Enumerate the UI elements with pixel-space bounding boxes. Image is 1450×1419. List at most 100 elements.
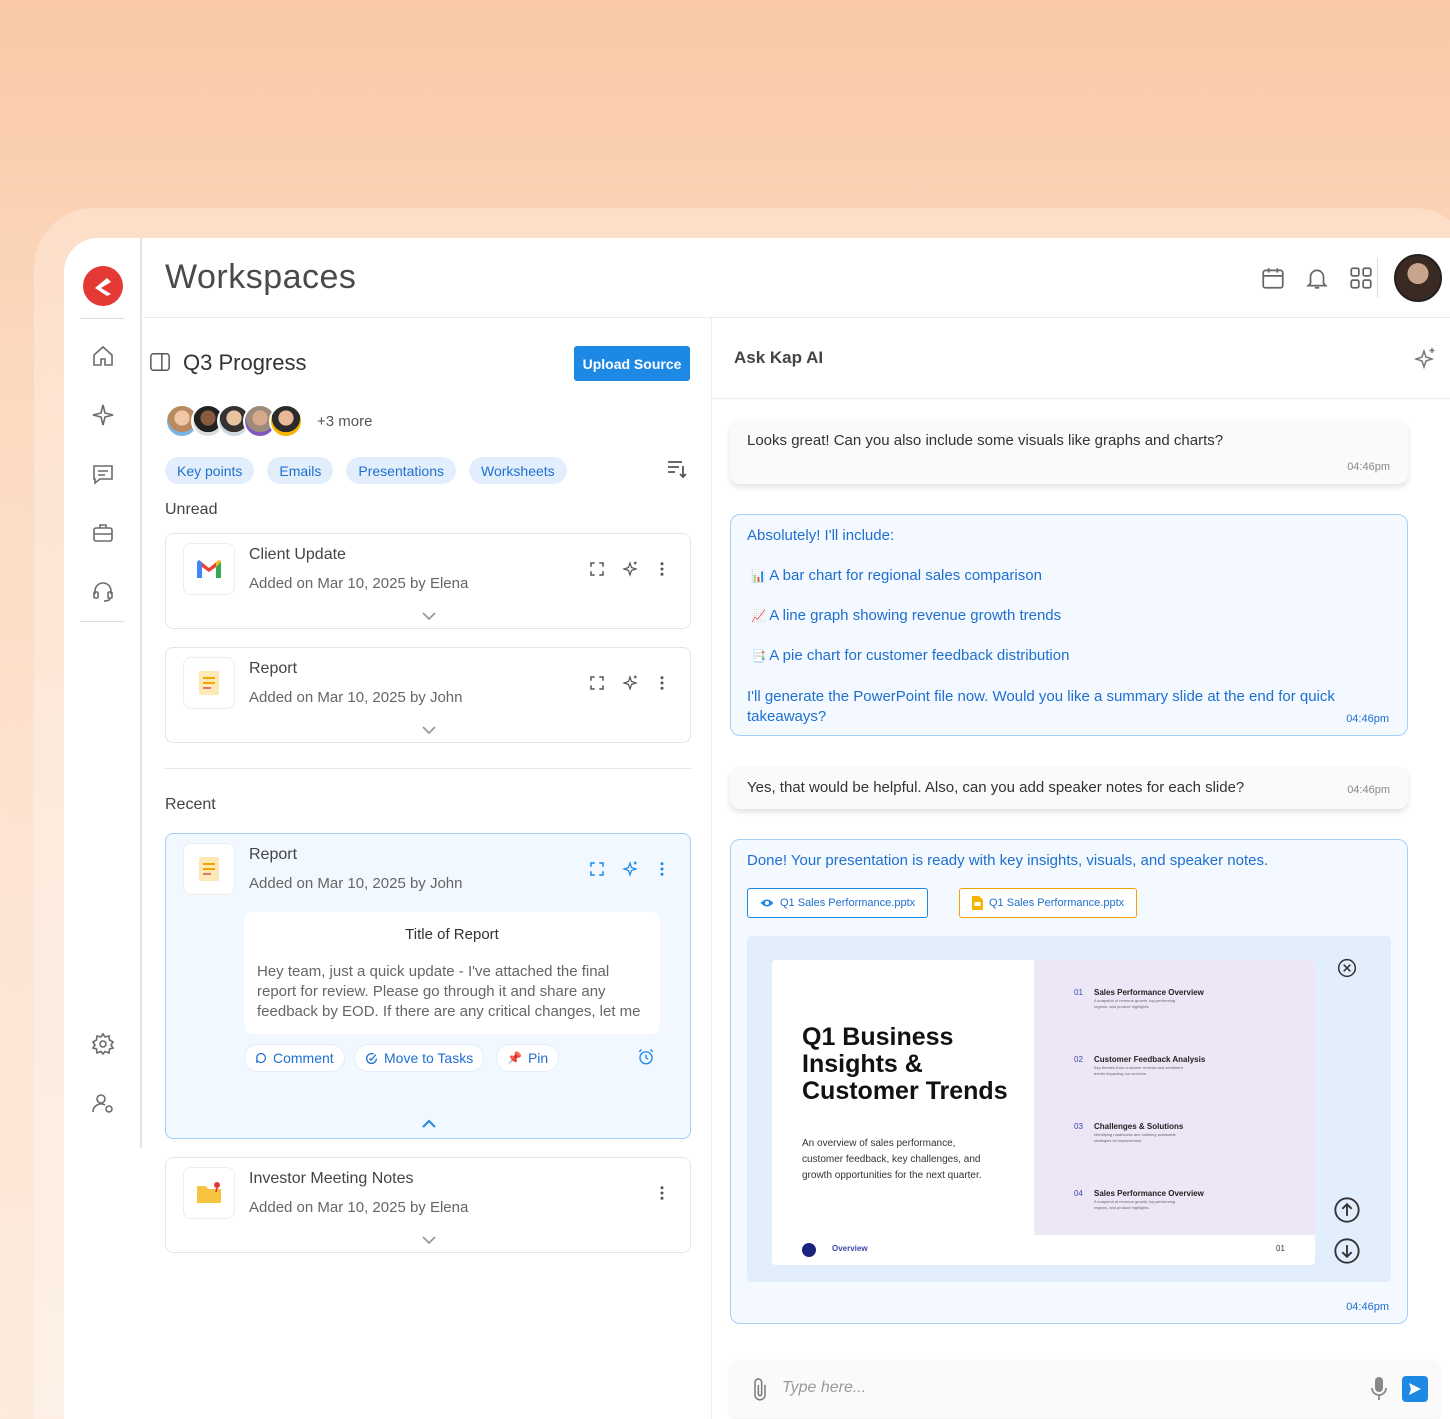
microphone-icon[interactable] (1370, 1376, 1388, 1402)
expand-icon[interactable] (588, 560, 606, 578)
arrow-up-circle-icon[interactable] (1333, 1196, 1361, 1224)
calendar-icon[interactable] (1260, 265, 1286, 291)
card-title: Client Update (249, 546, 346, 563)
pin-icon: 📌 (507, 1051, 522, 1065)
filter-chip-emails[interactable]: Emails (267, 457, 334, 484)
ai-sparkle-icon[interactable] (1414, 346, 1438, 370)
file-download-button[interactable]: Q1 Sales Performance.pptx (959, 888, 1138, 918)
more-vertical-icon[interactable] (653, 1184, 671, 1202)
chevron-down-icon[interactable] (420, 1234, 438, 1246)
sidebar-toggle-icon[interactable] (149, 351, 171, 373)
card-meta: Added on Mar 10, 2025 by Elena (249, 575, 469, 592)
file-preview-button[interactable]: Q1 Sales Performance.pptx (747, 888, 929, 918)
card-title: Report (249, 846, 298, 863)
message-text: Yes, that would be helpful. Also, can yo… (747, 779, 1245, 796)
ai-sparkle-icon[interactable] (621, 674, 639, 692)
slide-logo-icon (802, 1243, 816, 1257)
message-text: Done! Your presentation is ready with ke… (747, 852, 1269, 869)
eye-icon (760, 899, 774, 907)
comment-icon (255, 1052, 266, 1064)
source-card[interactable]: Investor Meeting Notes Added on Mar 10, … (165, 1157, 691, 1253)
report-file-icon (183, 657, 235, 709)
pin-label: Pin (527, 1050, 549, 1066)
close-circle-icon[interactable] (1337, 958, 1357, 978)
alarm-clock-icon[interactable] (637, 1048, 655, 1066)
message-text: Looks great! Can you also include some v… (747, 432, 1224, 449)
slide-description: An overview of sales performance, custom… (802, 1138, 982, 1181)
chat-icon[interactable] (91, 462, 115, 486)
list-item: 📑 A pie chart for customer feedback dist… (751, 647, 1070, 664)
message-time: 04:46pm (1346, 1301, 1389, 1313)
file-name: Q1 Sales Performance.pptx (780, 897, 916, 909)
message-intro: Absolutely! I'll include: (747, 527, 895, 544)
filter-chip-presentations[interactable]: Presentations (346, 457, 456, 484)
more-vertical-icon[interactable] (653, 560, 671, 578)
expand-icon[interactable] (588, 860, 606, 878)
app-logo[interactable] (83, 266, 123, 306)
source-card[interactable]: Client Update Added on Mar 10, 2025 by E… (165, 533, 691, 629)
agenda-panel: 01 Sales Performance Overview A snapshot o… (1034, 960, 1315, 1235)
presentation-preview: Q1 Business Insights & Customer Trends A… (747, 936, 1391, 1282)
message-time: 04:46pm (1347, 461, 1390, 473)
briefcase-icon[interactable] (91, 521, 115, 545)
slide-thumbnail[interactable]: Q1 Business Insights & Customer Trends A… (772, 960, 1315, 1265)
chevron-down-icon[interactable] (420, 724, 438, 736)
source-card-expanded[interactable]: Report Added on Mar 10, 2025 by John Tit… (165, 833, 691, 1139)
attach-icon[interactable] (750, 1376, 770, 1402)
task-check-icon (366, 1052, 378, 1064)
user-avatar[interactable] (1394, 254, 1442, 302)
source-card[interactable]: Report Added on Mar 10, 2025 by John (165, 647, 691, 743)
user-message: Yes, that would be helpful. Also, can yo… (730, 767, 1408, 809)
move-to-tasks-label: Move to Tasks (384, 1050, 474, 1066)
chevron-up-icon[interactable] (420, 1118, 438, 1130)
page-title: Workspaces (165, 258, 357, 296)
upload-source-button[interactable]: Upload Source (574, 346, 690, 381)
bar-chart-icon: 📊 (751, 569, 766, 583)
sort-icon[interactable] (665, 457, 689, 481)
unread-heading: Unread (165, 501, 218, 518)
slide-footer: Overview (832, 1244, 868, 1253)
ai-sparkle-icon[interactable] (621, 860, 639, 878)
workspace-title: Q3 Progress (183, 350, 307, 375)
recent-heading: Recent (165, 796, 216, 813)
document-icon: 📑 (751, 649, 766, 663)
message-outro: I'll generate the PowerPoint file now. W… (747, 688, 1335, 725)
settings-icon[interactable] (91, 1032, 115, 1056)
home-icon[interactable] (91, 344, 115, 368)
filter-chip-key-points[interactable]: Key points (165, 457, 255, 484)
filter-chip-worksheets[interactable]: Worksheets (469, 457, 567, 484)
ai-message: Absolutely! I'll include: 📊 A bar chart … (730, 514, 1408, 736)
expand-icon[interactable] (588, 674, 606, 692)
chevron-down-icon[interactable] (420, 610, 438, 622)
ai-chat-panel: Ask Kap AI Looks great! Can you also inc… (712, 318, 1450, 1419)
pin-button[interactable]: 📌 Pin (496, 1044, 560, 1072)
sparkle-icon[interactable] (91, 403, 115, 427)
chat-title: Ask Kap AI (734, 348, 824, 367)
report-file-icon (183, 843, 235, 895)
comment-button[interactable]: Comment (244, 1044, 345, 1072)
list-item: 📊 A bar chart for regional sales compari… (751, 567, 1042, 584)
notes-folder-icon (183, 1167, 235, 1219)
report-preview: Title of Report Hey team, just a quick u… (244, 912, 660, 1034)
more-vertical-icon[interactable] (653, 674, 671, 692)
arrow-down-circle-icon[interactable] (1333, 1237, 1361, 1265)
nav-rail (64, 238, 142, 1148)
more-vertical-icon[interactable] (653, 860, 671, 878)
move-to-tasks-button[interactable]: Move to Tasks (354, 1044, 485, 1072)
user-settings-icon[interactable] (91, 1091, 115, 1115)
grid-icon[interactable] (1348, 265, 1374, 291)
member-avatars[interactable] (165, 404, 303, 438)
ai-sparkle-icon[interactable] (621, 560, 639, 578)
send-button[interactable] (1402, 1376, 1428, 1402)
avatar (269, 404, 303, 438)
slide-page-number: 01 (1276, 1244, 1285, 1253)
message-time: 04:46pm (1347, 784, 1390, 796)
preview-title: Title of Report (405, 926, 499, 943)
more-members[interactable]: +3 more (317, 413, 372, 430)
bell-icon[interactable] (1304, 265, 1330, 291)
send-icon (1409, 1383, 1421, 1395)
user-message: Looks great! Can you also include some v… (730, 420, 1408, 484)
support-icon[interactable] (91, 580, 115, 604)
chat-input[interactable]: Type here... (782, 1379, 866, 1397)
filter-chips: Key points Emails Presentations Workshee… (165, 457, 567, 484)
